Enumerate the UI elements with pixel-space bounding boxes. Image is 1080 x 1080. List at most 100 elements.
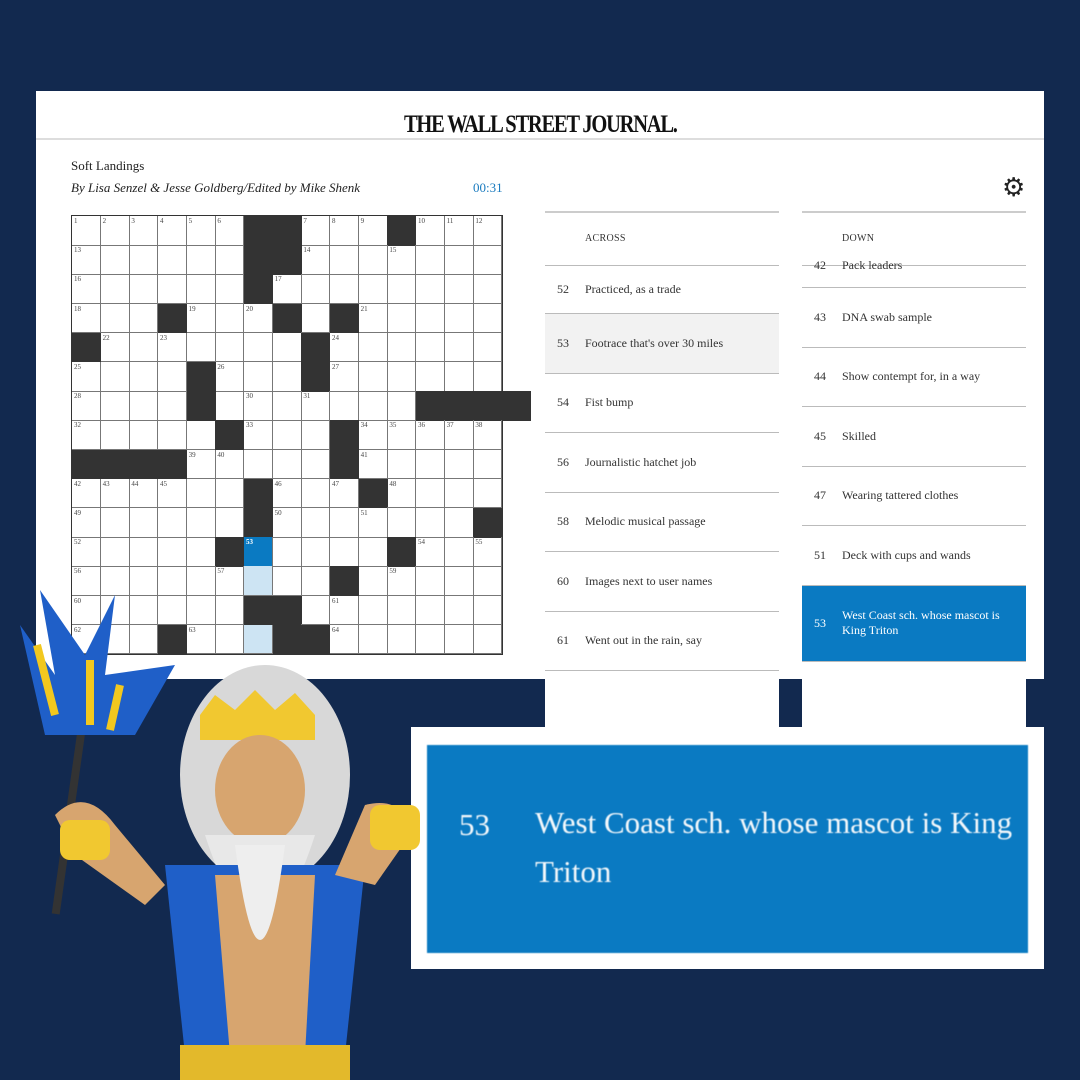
down-clue-47[interactable]: 47 Wearing tattered clothes [802,467,1026,526]
grid-cell[interactable] [215,274,245,305]
grid-cell[interactable] [158,391,188,421]
grid-cell[interactable]: 10 [416,216,446,246]
grid-cell[interactable] [444,362,474,392]
grid-cell[interactable] [444,478,474,509]
grid-cell[interactable] [444,508,474,538]
grid-cell[interactable] [473,303,503,334]
grid-cell[interactable] [186,274,216,305]
grid-cell[interactable]: 8 [330,216,360,246]
grid-cell[interactable] [473,245,503,275]
grid-cell[interactable] [158,362,188,392]
grid-cell[interactable]: 7 [301,216,331,246]
grid-cell[interactable] [473,332,503,363]
grid-cell[interactable] [215,303,245,334]
grid-cell[interactable] [330,508,360,538]
grid-cell[interactable] [473,449,503,480]
grid-cell[interactable]: 45 [158,478,188,509]
grid-cell[interactable] [330,391,360,421]
grid-cell[interactable] [100,303,130,334]
down-clue-45[interactable]: 45 Skilled [802,407,1026,467]
grid-cell[interactable] [358,245,388,275]
grid-cell[interactable] [215,508,245,538]
grid-cell[interactable] [100,508,130,538]
grid-cell[interactable] [158,274,188,305]
grid-cell[interactable] [444,274,474,305]
grid-cell[interactable] [272,362,302,392]
grid-cell[interactable] [129,303,159,334]
grid-cell[interactable] [272,449,302,480]
grid-cell[interactable] [444,245,474,275]
grid-cell[interactable] [186,420,216,451]
grid-cell[interactable]: 3 [129,216,159,246]
grid-cell[interactable] [473,274,503,305]
grid-cell[interactable]: 37 [444,420,474,451]
grid-cell[interactable] [473,478,503,509]
grid-cell[interactable] [186,245,216,275]
grid-cell[interactable] [330,274,360,305]
grid-cell[interactable]: 39 [186,449,216,480]
grid-cell[interactable] [244,332,274,363]
grid-cell[interactable] [244,362,274,392]
down-clue-43[interactable]: 43 DNA swab sample [802,288,1026,348]
grid-cell[interactable] [358,274,388,305]
grid-cell[interactable] [215,391,245,421]
grid-cell[interactable] [129,362,159,392]
across-clue-53[interactable]: 53 Footrace that's over 30 miles [545,314,779,374]
timer[interactable]: 00:31 [473,180,503,196]
grid-cell[interactable] [158,537,188,567]
grid-cell[interactable] [129,245,159,275]
grid-cell[interactable] [129,391,159,421]
grid-cell[interactable]: 21 [358,303,388,334]
grid-cell[interactable]: 51 [358,508,388,538]
grid-cell[interactable] [444,595,474,626]
grid-cell[interactable]: 27 [330,362,360,392]
grid-cell[interactable]: 28 [72,391,102,421]
grid-cell[interactable] [444,537,474,567]
grid-cell[interactable] [387,391,417,421]
grid-cell[interactable]: 1 [72,216,102,246]
grid-cell[interactable] [186,508,216,538]
grid-cell[interactable] [215,245,245,275]
across-clue-60[interactable]: 60 Images next to user names [545,552,779,612]
grid-cell[interactable] [186,537,216,567]
grid-cell[interactable]: 53 [244,537,274,567]
grid-cell[interactable] [387,508,417,538]
grid-cell[interactable]: 55 [473,537,503,567]
grid-cell[interactable] [129,508,159,538]
grid-cell[interactable]: 6 [215,216,245,246]
grid-cell[interactable]: 11 [444,216,474,246]
grid-cell[interactable]: 34 [358,420,388,451]
grid-cell[interactable] [244,449,274,480]
down-clue-53[interactable]: 53 West Coast sch. whose mascot is King T… [802,585,1026,662]
grid-cell[interactable] [358,537,388,567]
grid-cell[interactable] [416,274,446,305]
grid-cell[interactable] [387,449,417,480]
grid-cell[interactable]: 50 [272,508,302,538]
grid-cell[interactable] [272,537,302,567]
grid-cell[interactable] [301,420,331,451]
down-clue-44[interactable]: 44 Show contempt for, in a way [802,348,1026,407]
grid-cell[interactable]: 4 [158,216,188,246]
grid-cell[interactable]: 54 [416,537,446,567]
grid-cell[interactable] [358,362,388,392]
grid-cell[interactable]: 31 [301,391,331,421]
grid-cell[interactable] [387,303,417,334]
grid-cell[interactable] [100,274,130,305]
grid-cell[interactable] [416,449,446,480]
grid-cell[interactable]: 33 [244,420,274,451]
gear-icon[interactable]: ⚙ [1002,175,1028,201]
grid-cell[interactable] [387,362,417,392]
grid-cell[interactable] [272,420,302,451]
across-clue-58[interactable]: 58 Melodic musical passage [545,493,779,552]
down-clue-51[interactable]: 51 Deck with cups and wands [802,526,1026,586]
grid-cell[interactable] [129,274,159,305]
grid-cell[interactable] [100,245,130,275]
grid-cell[interactable]: 22 [100,332,130,363]
grid-cell[interactable]: 13 [72,245,102,275]
grid-cell[interactable] [215,478,245,509]
grid-cell[interactable] [330,537,360,567]
grid-cell[interactable] [215,332,245,363]
grid-cell[interactable] [473,362,503,392]
grid-cell[interactable]: 48 [387,478,417,509]
grid-cell[interactable]: 15 [387,245,417,275]
